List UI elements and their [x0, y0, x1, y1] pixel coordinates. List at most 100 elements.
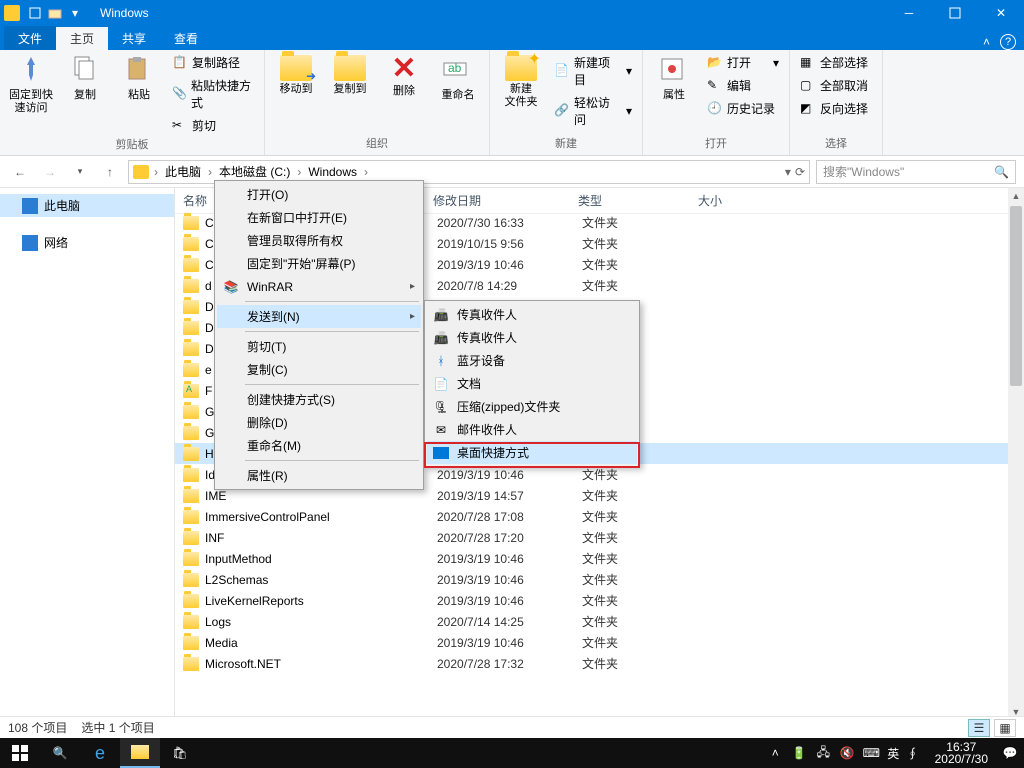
- ctx-rename[interactable]: 重命名(M): [217, 434, 421, 457]
- sendto-mail[interactable]: ✉邮件收件人: [427, 418, 637, 441]
- move-to-button[interactable]: ➜移动到: [271, 52, 321, 99]
- ctx-open-new-window[interactable]: 在新窗口中打开(E): [217, 206, 421, 229]
- nav-up-button[interactable]: ↑: [98, 160, 122, 184]
- scroll-up-icon[interactable]: ▲: [1008, 188, 1024, 204]
- qat-properties-icon[interactable]: [26, 4, 44, 22]
- tab-view[interactable]: 查看: [160, 27, 212, 50]
- search-icon: 🔍: [994, 165, 1009, 179]
- file-date: 2020/7/30 16:33: [437, 216, 582, 230]
- history-button[interactable]: 🕘历史记录: [703, 98, 783, 119]
- col-date[interactable]: 修改日期: [433, 192, 578, 209]
- new-item-button[interactable]: 📄新建项目▾: [550, 52, 636, 90]
- ctx-pin-start[interactable]: 固定到"开始"屏幕(P): [217, 252, 421, 275]
- address-dropdown-icon[interactable]: ▾: [785, 165, 791, 179]
- tab-share[interactable]: 共享: [108, 27, 160, 50]
- select-none-button[interactable]: ▢全部取消: [796, 75, 876, 96]
- tray-ime[interactable]: 英 ∮: [887, 745, 920, 762]
- tray-battery-icon[interactable]: 🔋: [791, 745, 807, 761]
- sendto-fax1[interactable]: 📠传真收件人: [427, 303, 637, 326]
- chevron-right-icon[interactable]: ›: [205, 165, 215, 179]
- cut-button[interactable]: ✂剪切: [168, 115, 258, 136]
- qat-dropdown-icon[interactable]: ▾: [66, 4, 84, 22]
- new-folder-button[interactable]: ✦新建 文件夹: [496, 52, 546, 112]
- ctx-admin-takeown[interactable]: 管理员取得所有权: [217, 229, 421, 252]
- nav-this-pc[interactable]: 此电脑: [0, 194, 174, 217]
- ctx-open[interactable]: 打开(O): [217, 183, 421, 206]
- taskbar-explorer-button[interactable]: [120, 738, 160, 768]
- edit-button[interactable]: ✎编辑: [703, 75, 783, 96]
- pin-quick-access-button[interactable]: 固定到快 速访问: [6, 52, 56, 118]
- nav-recent-button[interactable]: ▾: [68, 160, 92, 184]
- paste-shortcut-button[interactable]: 📎粘贴快捷方式: [168, 75, 258, 113]
- chevron-right-icon[interactable]: ›: [294, 165, 304, 179]
- copy-to-button[interactable]: 复制到: [325, 52, 375, 99]
- chevron-right-icon[interactable]: ›: [361, 165, 371, 179]
- taskbar-search-button[interactable]: 🔍: [40, 738, 80, 768]
- tray-notifications-icon[interactable]: 💬: [1002, 745, 1018, 761]
- tab-home[interactable]: 主页: [56, 27, 108, 50]
- refresh-icon[interactable]: ⟳: [795, 165, 805, 179]
- copy-path-button[interactable]: 📋复制路径: [168, 52, 258, 73]
- qat-newfolder-icon[interactable]: [46, 4, 64, 22]
- taskbar-edge-button[interactable]: e: [80, 738, 120, 768]
- col-size[interactable]: 大小: [698, 192, 778, 209]
- sendto-desktop-shortcut[interactable]: 桌面快捷方式: [427, 441, 637, 464]
- vertical-scrollbar[interactable]: ▲ ▼: [1008, 188, 1024, 720]
- ctx-properties[interactable]: 属性(R): [217, 464, 421, 487]
- tray-clock[interactable]: 16:37 2020/7/30: [929, 741, 994, 765]
- invert-selection-button[interactable]: ◩反向选择: [796, 98, 876, 119]
- sendto-documents[interactable]: 📄文档: [427, 372, 637, 395]
- scroll-thumb[interactable]: [1010, 206, 1022, 386]
- tray-chevron-up-icon[interactable]: ˄: [767, 745, 783, 761]
- tray-keyboard-icon[interactable]: ⌨: [863, 745, 879, 761]
- table-row[interactable]: INF2020/7/28 17:20文件夹: [175, 527, 1008, 548]
- ctx-winrar[interactable]: 📚WinRAR▸: [217, 275, 421, 298]
- open-button[interactable]: 📂打开▾: [703, 52, 783, 73]
- file-name: Logs: [205, 615, 437, 629]
- ctx-create-shortcut[interactable]: 创建快捷方式(S): [217, 388, 421, 411]
- sendto-bluetooth[interactable]: ᚼ蓝牙设备: [427, 349, 637, 372]
- copy-button[interactable]: 复制: [60, 52, 110, 105]
- easy-access-button[interactable]: 🔗轻松访问▾: [550, 92, 636, 130]
- sendto-fax2[interactable]: 📠传真收件人: [427, 326, 637, 349]
- table-row[interactable]: Logs2020/7/14 14:25文件夹: [175, 611, 1008, 632]
- rename-button[interactable]: ab重命名: [433, 52, 483, 105]
- minimize-button[interactable]: ─: [886, 0, 932, 26]
- maximize-button[interactable]: [932, 0, 978, 26]
- tab-file[interactable]: 文件: [4, 26, 56, 50]
- table-row[interactable]: Microsoft.NET2020/7/28 17:32文件夹: [175, 653, 1008, 674]
- ctx-delete[interactable]: 删除(D): [217, 411, 421, 434]
- table-row[interactable]: InputMethod2019/3/19 10:46文件夹: [175, 548, 1008, 569]
- table-row[interactable]: L2Schemas2019/3/19 10:46文件夹: [175, 569, 1008, 590]
- view-details-button[interactable]: ☰: [968, 719, 990, 737]
- ctx-cut[interactable]: 剪切(T): [217, 335, 421, 358]
- ribbon-collapse-icon[interactable]: ˄: [983, 35, 990, 49]
- table-row[interactable]: LiveKernelReports2019/3/19 10:46文件夹: [175, 590, 1008, 611]
- breadcrumb-pc[interactable]: 此电脑: [163, 163, 203, 180]
- breadcrumb-drive[interactable]: 本地磁盘 (C:): [217, 163, 292, 180]
- tray-network-icon[interactable]: 🖧: [815, 745, 831, 761]
- sendto-zip[interactable]: 🗜压缩(zipped)文件夹: [427, 395, 637, 418]
- close-button[interactable]: ✕: [978, 0, 1024, 26]
- nav-forward-button[interactable]: →: [38, 160, 62, 184]
- help-icon[interactable]: ?: [1000, 34, 1016, 50]
- view-large-button[interactable]: ▦: [994, 719, 1016, 737]
- select-all-button[interactable]: ▦全部选择: [796, 52, 876, 73]
- table-row[interactable]: ImmersiveControlPanel2020/7/28 17:08文件夹: [175, 506, 1008, 527]
- tray-volume-muted-icon[interactable]: 🔇: [839, 745, 855, 761]
- ctx-copy[interactable]: 复制(C): [217, 358, 421, 381]
- taskbar-store-button[interactable]: 🛍: [160, 738, 200, 768]
- properties-button[interactable]: 属性: [649, 52, 699, 105]
- paste-button[interactable]: 粘贴: [114, 52, 164, 105]
- breadcrumb-folder[interactable]: Windows: [306, 165, 359, 179]
- ctx-send-to[interactable]: 发送到(N)▸: [217, 305, 421, 328]
- nav-network[interactable]: 网络: [0, 231, 174, 254]
- table-row[interactable]: Media2019/3/19 10:46文件夹: [175, 632, 1008, 653]
- file-date: 2020/7/8 14:29: [437, 279, 582, 293]
- delete-button[interactable]: ✕删除: [379, 52, 429, 101]
- start-button[interactable]: [0, 738, 40, 768]
- chevron-right-icon[interactable]: ›: [151, 165, 161, 179]
- nav-back-button[interactable]: ←: [8, 160, 32, 184]
- col-type[interactable]: 类型: [578, 192, 698, 209]
- search-input[interactable]: 搜索"Windows" 🔍: [816, 160, 1016, 184]
